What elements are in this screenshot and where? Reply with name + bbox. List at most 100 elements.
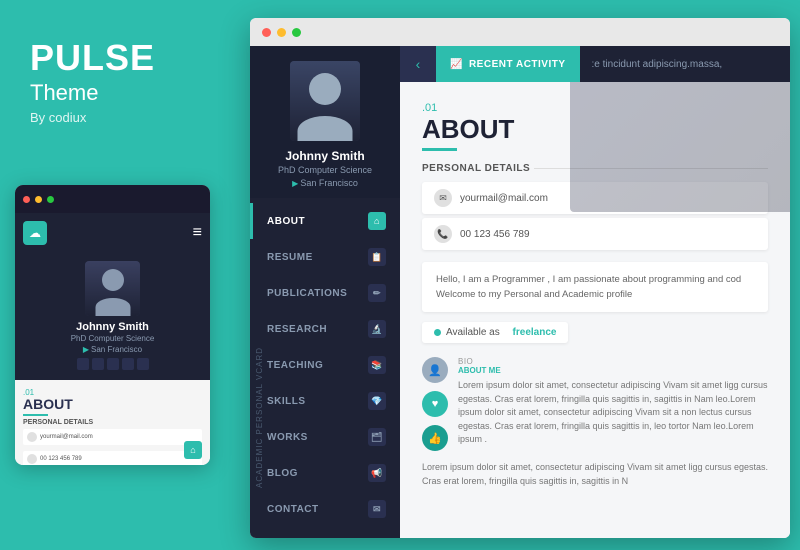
nav-icon-teaching: 📚	[368, 356, 386, 374]
sidebar-vcard-label: ACADEMIC PERSONAL VCARD	[250, 337, 269, 498]
recent-activity-tab[interactable]: 📈 RECENT ACTIVITY	[436, 46, 580, 82]
mobile-personal-details: PERSONAL DETAILS	[23, 419, 202, 426]
mobile-contact-cards: yourmail@mail.com 00 123 456 789	[23, 429, 202, 465]
sidebar: Johnny Smith PhD Computer Science ▶ San …	[250, 46, 400, 538]
sidebar-item-publications[interactable]: PUBLICATIONS ✏	[250, 275, 400, 311]
mobile-social-r	[122, 358, 134, 370]
available-badge: Available as freelance	[422, 322, 568, 343]
mobile-phone-row: 00 123 456 789	[23, 451, 202, 465]
nav-label-contact: CONTACT	[267, 504, 319, 515]
nav-label-skills: SKILLS	[267, 396, 306, 407]
sidebar-location: ▶ San Francisco	[260, 178, 390, 188]
browser-dot-red	[262, 28, 271, 37]
mobile-home-button[interactable]: ⌂	[184, 441, 202, 459]
nav-label-works: WORKS	[267, 432, 308, 443]
brand-name: PULSE	[30, 40, 155, 76]
sidebar-item-research[interactable]: RESEARCH 🔬	[250, 311, 400, 347]
bio-text-col: BIO ABOUT ME Lorem ipsum dolor sit amet,…	[458, 357, 768, 451]
bio-label: BIO	[458, 357, 768, 366]
nav-icon-resume: 📋	[368, 248, 386, 266]
main-content: ‹ 📈 RECENT ACTIVITY :e tincidunt adipisc…	[400, 46, 790, 538]
mobile-dot-yellow	[35, 196, 42, 203]
sidebar-degree: PhD Computer Science	[260, 165, 390, 175]
browser-dot-green	[292, 28, 301, 37]
nav-icon-about: ⌂	[368, 212, 386, 230]
browser-body: Johnny Smith PhD Computer Science ▶ San …	[250, 46, 790, 538]
mobile-content: .01 ABOUT PERSONAL DETAILS yourmail@mail…	[15, 380, 210, 465]
nav-icon-research: 🔬	[368, 320, 386, 338]
sidebar-item-blog[interactable]: BLOG 📢	[250, 455, 400, 491]
nav-label-teaching: TEACHING	[267, 360, 323, 371]
sidebar-item-skills[interactable]: SKILLS 💎	[250, 383, 400, 419]
content-body: .01 ABOUT PERSONAL DETAILS ✉ yourmail@ma…	[400, 82, 790, 538]
bio-section: 👤 ♥ 👍 BIO ABOUT ME Lorem ipsum dolor sit…	[422, 357, 768, 451]
brand-subtitle: Theme	[30, 80, 155, 106]
mobile-header: ☁ ≡	[15, 213, 210, 253]
mobile-hamburger[interactable]: ≡	[193, 225, 202, 241]
email-card-text: yourmail@mail.com	[460, 193, 548, 204]
nav-label-blog: BLOG	[267, 468, 298, 479]
mobile-phone-icon	[27, 454, 37, 464]
back-button[interactable]: ‹	[400, 46, 436, 82]
activity-icon: 📈	[450, 59, 463, 70]
mobile-about-title: ABOUT	[23, 397, 202, 411]
nav-label-research: RESEARCH	[267, 324, 327, 335]
bio-heart-icon: ♥	[422, 391, 448, 417]
mobile-location: ▶ San Francisco	[15, 345, 210, 354]
intro-text: Hello, I am a Programmer , I am passiona…	[436, 272, 754, 302]
bio-thumb-icon: 👍	[422, 425, 448, 451]
mobile-location-pin: ▶	[83, 345, 89, 354]
sidebar-item-works[interactable]: WORKS 🗂	[250, 419, 400, 455]
browser-dot-yellow	[277, 28, 286, 37]
bg-decoration	[570, 82, 790, 212]
mobile-social-g	[107, 358, 119, 370]
phone-card: 📞 00 123 456 789	[422, 218, 768, 250]
mobile-degree: PhD Computer Science	[15, 334, 210, 343]
brand-author: By codiux	[30, 110, 155, 125]
available-text: Available as	[446, 327, 500, 338]
nav-label-resume: RESUME	[267, 252, 313, 263]
mobile-social-icons	[15, 358, 210, 370]
mobile-profile-section: Johnny Smith PhD Computer Science ▶ San …	[15, 253, 210, 380]
sidebar-profile: Johnny Smith PhD Computer Science ▶ San …	[250, 46, 400, 198]
mobile-mockup: ☁ ≡ Johnny Smith PhD Computer Science ▶ …	[15, 185, 210, 465]
bio-text-2: Lorem ipsum dolor sit amet, consectetur …	[422, 461, 768, 488]
nav-icon-contact: ✉	[368, 500, 386, 518]
mobile-avatar	[85, 261, 140, 316]
recent-activity-label: RECENT ACTIVITY	[469, 59, 566, 70]
avatar-face	[290, 61, 360, 141]
bio-person-icon: 👤	[422, 357, 448, 383]
email-card-icon: ✉	[434, 189, 452, 207]
browser-mockup: Johnny Smith PhD Computer Science ▶ San …	[250, 18, 790, 538]
mobile-social-f	[77, 358, 89, 370]
sidebar-name: Johnny Smith	[260, 149, 390, 163]
header-preview-text: :e tincidunt adipiscing.massa,	[580, 59, 723, 70]
mobile-name: Johnny Smith	[15, 321, 210, 333]
mobile-divider	[23, 414, 48, 416]
nav-label-publications: PUBLICATIONS	[267, 288, 347, 299]
sidebar-location-text: San Francisco	[300, 178, 358, 188]
bio-text: Lorem ipsum dolor sit amet, consectetur …	[458, 379, 768, 447]
nav-icon-blog: 📢	[368, 464, 386, 482]
sidebar-item-about[interactable]: ABOUT ⌂	[250, 203, 400, 239]
location-pin-icon: ▶	[292, 179, 298, 188]
mobile-social-t	[92, 358, 104, 370]
intro-box: Hello, I am a Programmer , I am passiona…	[422, 262, 768, 312]
bio-icon-col: 👤 ♥ 👍	[422, 357, 448, 451]
mobile-top-bar	[15, 185, 210, 213]
sidebar-item-contact[interactable]: CONTACT ✉	[250, 491, 400, 527]
browser-top-bar	[250, 18, 790, 46]
content-header: ‹ 📈 RECENT ACTIVITY :e tincidunt adipisc…	[400, 46, 790, 82]
mobile-location-text: San Francisco	[91, 345, 142, 354]
nav-icon-works: 🗂	[368, 428, 386, 446]
sidebar-item-teaching[interactable]: TEACHING 📚	[250, 347, 400, 383]
sidebar-avatar	[290, 61, 360, 141]
mobile-email-row: yourmail@mail.com	[23, 429, 202, 445]
mobile-dot-red	[23, 196, 30, 203]
mobile-phone-text: 00 123 456 789	[40, 456, 82, 462]
nav-icon-skills: 💎	[368, 392, 386, 410]
sidebar-nav: ABOUT ⌂ RESUME 📋 PUBLICATIONS ✏ RESEARCH…	[250, 198, 400, 538]
brand-section: PULSE Theme By codiux	[30, 40, 155, 125]
available-status: freelance	[513, 327, 557, 338]
sidebar-item-resume[interactable]: RESUME 📋	[250, 239, 400, 275]
